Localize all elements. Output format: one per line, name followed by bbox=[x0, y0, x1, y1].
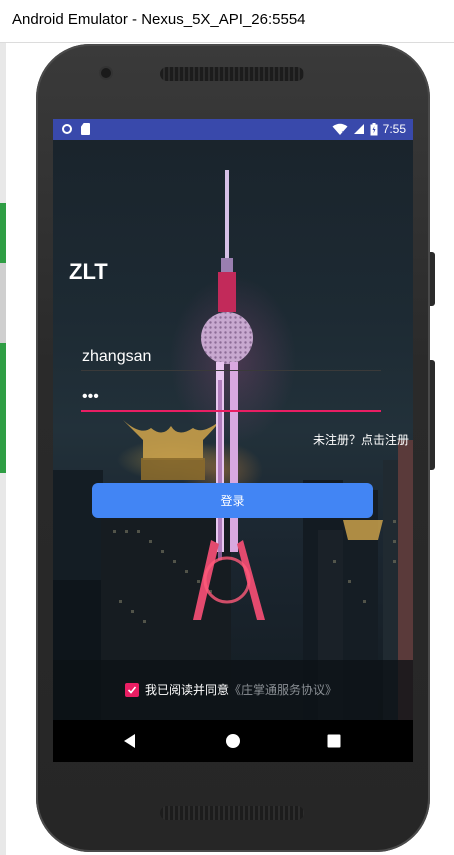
home-icon[interactable] bbox=[224, 732, 242, 750]
front-camera bbox=[101, 68, 111, 78]
checkmark-icon bbox=[127, 685, 137, 694]
emulator-window: Android Emulator - Nexus_5X_API_26:5554 … bbox=[0, 0, 454, 855]
password-field[interactable]: ••• bbox=[81, 378, 381, 412]
wifi-icon: x bbox=[332, 123, 348, 136]
agreement-row: 我已阅读并同意 《庄掌通服务协议》 bbox=[125, 681, 337, 698]
volume-button[interactable] bbox=[430, 360, 435, 470]
power-button[interactable] bbox=[430, 252, 435, 306]
status-time: 7:55 bbox=[382, 122, 406, 136]
title-bar: Android Emulator - Nexus_5X_API_26:5554 bbox=[0, 0, 454, 43]
sd-card-icon bbox=[81, 123, 90, 135]
background-window-edge bbox=[0, 43, 6, 855]
register-link[interactable]: 未注册？点击注册 bbox=[313, 431, 409, 448]
status-bar: x 7:55 bbox=[53, 119, 413, 140]
agreement-label: 我已阅读并同意 bbox=[145, 683, 230, 697]
navigation-bar bbox=[53, 720, 413, 762]
signal-icon bbox=[353, 124, 364, 134]
agreement-checkbox[interactable] bbox=[125, 682, 139, 697]
recents-icon[interactable] bbox=[325, 732, 343, 750]
password-input[interactable]: ••• bbox=[82, 388, 99, 406]
city-background-image bbox=[53, 140, 413, 720]
agreement-link[interactable]: 《庄掌通服务协议》 bbox=[229, 681, 337, 698]
top-speaker bbox=[160, 67, 304, 81]
app-brand: ZLT bbox=[69, 259, 108, 284]
back-icon[interactable] bbox=[121, 732, 139, 750]
svg-text:x: x bbox=[341, 130, 344, 136]
circle-icon bbox=[62, 124, 72, 134]
username-field[interactable]: zhangsan bbox=[81, 337, 381, 371]
username-input[interactable]: zhangsan bbox=[82, 348, 151, 366]
phone-screen: x 7:55 ZLT zhangsan ••• 未注册？点击注册 登录 我已阅读… bbox=[53, 119, 413, 762]
bottom-speaker bbox=[160, 806, 304, 820]
login-button[interactable]: 登录 bbox=[92, 483, 373, 518]
window-title: Android Emulator - Nexus_5X_API_26:5554 bbox=[12, 11, 306, 28]
battery-icon bbox=[370, 122, 378, 135]
skyline-illustration bbox=[53, 170, 413, 720]
